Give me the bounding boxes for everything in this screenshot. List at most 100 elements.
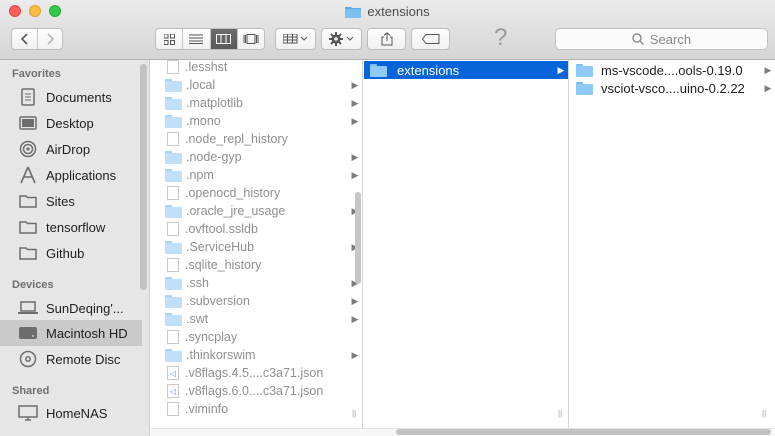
search-icon — [632, 33, 644, 45]
list-item[interactable]: .openocd_history — [151, 184, 362, 202]
list-item[interactable]: .ssh▶ — [151, 274, 362, 292]
folder-icon — [576, 81, 593, 95]
sidebar-item-label: Documents — [46, 89, 112, 105]
arrange-grid-icon — [282, 34, 307, 44]
sidebar-item-label: AirDrop — [46, 141, 91, 157]
document-icon — [167, 330, 179, 344]
column-view-button[interactable] — [209, 29, 237, 49]
sidebar-item-tensorflow[interactable]: tensorflow — [0, 214, 142, 240]
folder-icon — [165, 114, 182, 128]
sidebar-item-remote-disc[interactable]: Remote Disc — [0, 346, 142, 372]
tag-button[interactable] — [411, 28, 450, 50]
search-placeholder: Search — [649, 31, 692, 47]
horizontal-scrollbar[interactable] — [396, 429, 771, 435]
sidebar-item-macintosh-hd[interactable]: Macintosh HD — [0, 320, 142, 346]
list-item[interactable]: .sqlite_history — [151, 256, 362, 274]
folder-icon — [165, 312, 182, 326]
sidebar-item-desktop[interactable]: Desktop — [0, 110, 142, 136]
list-item[interactable]: .syncplay — [151, 328, 362, 346]
column-1: .lesshst .local ▶ .matplotlib ▶ .mono ▶ .no… — [151, 60, 363, 428]
sidebar-scrollbar[interactable] — [140, 64, 147, 290]
sidebar-item-airdrop[interactable]: AirDrop — [0, 136, 142, 162]
column-resize-handle[interactable]: || — [762, 409, 766, 418]
list-item[interactable]: .node_repl_history — [151, 130, 362, 148]
toolbar: extensions ? Search — [0, 0, 775, 60]
view-mode-group — [155, 28, 265, 50]
grid-icon — [163, 33, 175, 45]
sidebar-item-laptop[interactable]: SunDeqing'... — [0, 295, 142, 321]
document-icon — [167, 60, 179, 74]
sidebar-item-sites[interactable]: Sites — [0, 188, 142, 214]
folder-icon — [576, 63, 593, 77]
vscode-file-icon: ◁ — [167, 366, 179, 380]
folder-icon — [345, 5, 362, 21]
chevron-right-icon: ▶ — [351, 295, 359, 306]
list-item[interactable]: .node-gyp ▶ — [151, 148, 362, 166]
list-item[interactable]: .swt ▶ — [151, 310, 362, 328]
list-item[interactable]: .matplotlib ▶ — [151, 94, 362, 112]
sidebar-item-label: Github — [46, 245, 85, 261]
document-icon — [167, 222, 179, 236]
display-icon — [18, 404, 38, 422]
document-icon — [167, 258, 179, 272]
forward-button[interactable] — [37, 29, 62, 49]
folder-icon — [165, 204, 182, 218]
chevron-right-icon: ▶ — [351, 349, 359, 360]
list-view-button[interactable] — [182, 29, 209, 49]
sidebar-item-homenas[interactable]: HomeNAS — [0, 400, 142, 426]
sidebar-item-documents[interactable]: Documents — [0, 84, 142, 110]
icon-view-button[interactable] — [156, 29, 182, 49]
list-item[interactable]: .ServiceHub▶ — [151, 238, 362, 256]
list-item[interactable]: .local ▶ — [151, 76, 362, 94]
gear-icon — [328, 32, 353, 46]
list-icon — [189, 34, 204, 44]
folder-icon — [165, 276, 182, 290]
sidebar-item-github[interactable]: Github — [0, 240, 142, 266]
sidebar-item-label: Applications — [46, 167, 117, 183]
sidebar-header-shared: Shared — [12, 385, 50, 397]
list-item[interactable]: .ovftool.ssldb — [151, 220, 362, 238]
chevron-right-icon: ▶ — [764, 82, 772, 93]
chevron-right-icon: ▶ — [764, 64, 772, 75]
sidebar-item-label: Remote Disc — [46, 351, 121, 367]
column-resize-handle[interactable]: || — [352, 409, 356, 418]
sidebar: Favorites Documents Desktop AirDrop Appl… — [0, 60, 150, 436]
list-item[interactable]: ◁ .v8flags.6.0....c3a71.json — [151, 382, 362, 400]
folder-icon — [18, 218, 38, 236]
list-item-selected[interactable]: extensions ▶ — [364, 61, 568, 79]
list-item[interactable]: .oracle_jre_usage▶ — [151, 202, 362, 220]
sidebar-header-devices: Devices — [12, 279, 54, 291]
column-3: ms-vscode....ools-0.19.0 ▶ vsciot-vsco...… — [570, 60, 775, 428]
list-item[interactable]: vsciot-vsco....uino-0.2.22 ▶ — [570, 79, 775, 97]
chevron-right-icon — [47, 33, 54, 45]
list-item[interactable]: ◁ .v8flags.4.5....c3a71.json — [151, 364, 362, 382]
column-resize-handle[interactable]: || — [558, 409, 562, 418]
search-field[interactable]: Search — [555, 28, 768, 50]
column-1-scrollbar[interactable] — [355, 192, 361, 284]
list-item[interactable]: .mono ▶ — [151, 112, 362, 130]
chevron-left-icon — [20, 33, 28, 45]
sidebar-item-applications[interactable]: Applications — [0, 162, 142, 188]
action-button[interactable] — [321, 28, 362, 50]
help-button[interactable]: ? — [494, 24, 507, 52]
chevron-right-icon: ▶ — [557, 64, 565, 75]
coverflow-view-button[interactable] — [236, 29, 264, 49]
laptop-icon — [18, 299, 38, 317]
document-icon — [167, 132, 179, 146]
column-2: extensions ▶ || — [364, 60, 569, 428]
list-item[interactable]: .lesshst — [151, 60, 362, 76]
list-item[interactable]: .npm ▶ — [151, 166, 362, 184]
list-item[interactable]: .thinkorswim ▶ — [151, 346, 362, 364]
list-item[interactable]: .viminfo — [151, 400, 362, 418]
list-item[interactable]: ms-vscode....ools-0.19.0 ▶ — [570, 61, 775, 79]
chevron-right-icon: ▶ — [351, 151, 359, 162]
chevron-right-icon: ▶ — [351, 169, 359, 180]
chevron-right-icon: ▶ — [351, 115, 359, 126]
back-button[interactable] — [12, 29, 37, 49]
tag-icon — [421, 34, 439, 44]
share-button[interactable] — [367, 28, 406, 50]
folder-icon — [165, 240, 182, 254]
chevron-right-icon: ▶ — [351, 313, 359, 324]
arrange-button[interactable] — [275, 28, 316, 50]
list-item[interactable]: .subversion ▶ — [151, 292, 362, 310]
